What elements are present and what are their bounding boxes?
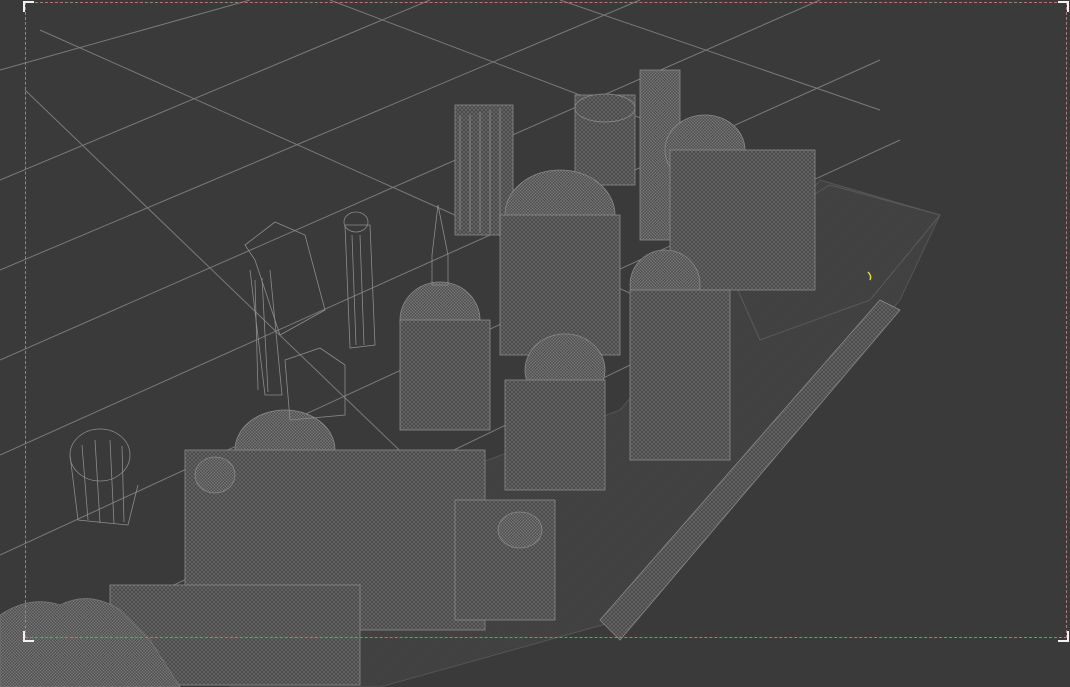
camera-frame-corner-bottom-right xyxy=(1058,631,1069,642)
camera-frame-corner-top-right xyxy=(1058,1,1069,12)
3d-viewport[interactable] xyxy=(0,0,1070,687)
wireframe-scene xyxy=(0,0,941,687)
camera-frame-corner-bottom-left xyxy=(23,631,34,642)
camera-frame-corner-top-left xyxy=(23,1,34,12)
